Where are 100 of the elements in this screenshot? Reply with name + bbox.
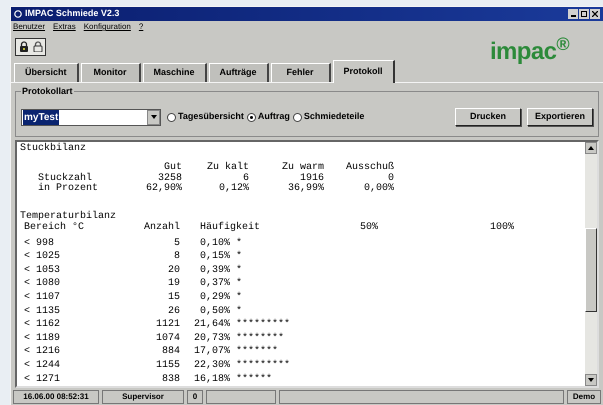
column-header: Bereich °C [24, 222, 84, 233]
column-header: Zu kalt [206, 163, 249, 174]
table-cell: < 1135 [24, 306, 60, 317]
status-mode: Demo [567, 390, 601, 404]
table-cell: 5 [174, 236, 180, 250]
table-cell: 26 [168, 304, 180, 318]
table-cell: < 1053 [24, 264, 60, 276]
table-cell: 17,07% [194, 345, 230, 360]
dropdown-arrow-icon [150, 115, 156, 120]
unlock-button[interactable] [31, 40, 44, 54]
combo-value: myTest [23, 110, 60, 125]
menu-item[interactable]: ? [138, 21, 144, 34]
radio-button[interactable] [167, 112, 176, 122]
maximize-button[interactable] [579, 9, 589, 19]
table-cell: 15 [168, 291, 180, 305]
section-title: Stuckbilanz [20, 143, 86, 156]
minimize-icon [570, 15, 576, 17]
table-cell-text: 3258 [158, 174, 182, 184]
table-cell: 20,73% [194, 332, 230, 346]
vertical-scrollbar[interactable] [585, 142, 597, 386]
impac-logo: impac$^{®}$ [490, 40, 569, 64]
lock-button[interactable] [17, 40, 30, 54]
radio-option[interactable]: Schmiedeteile [292, 110, 364, 124]
histogram-text: ******** [236, 332, 284, 344]
histogram-text: ******* [236, 346, 278, 358]
histogram-text: * [236, 278, 242, 290]
row-label: in Prozent [38, 183, 98, 194]
table-cell: 0,10% [200, 236, 230, 250]
action-button[interactable]: Exportieren [527, 108, 593, 126]
lock-icon [18, 41, 28, 52]
table-cell: < 1080 [24, 278, 60, 290]
histogram-text: ********* [236, 360, 290, 372]
radio-option[interactable]: Tagesübersicht [167, 110, 244, 124]
histogram-text: ********* [236, 319, 290, 330]
action-button[interactable]: Drucken [455, 108, 521, 126]
column-header: 50% [360, 222, 378, 233]
table-cell: 62,90% [146, 184, 182, 195]
scroll-up-icon [588, 146, 594, 150]
table-cell: < 1107 [24, 292, 60, 304]
table-cell: < 1244 [24, 360, 60, 372]
status-count: 0 [187, 390, 203, 404]
column-header: Gut [164, 163, 182, 174]
table-cell: 1155 [156, 359, 180, 373]
table-cell: < 1025 [24, 251, 60, 262]
row-label: Stuckzahl [38, 172, 92, 184]
table-cell-text: 0 [388, 174, 394, 184]
menu-item[interactable]: Konfiguration [84, 21, 131, 34]
radio-option[interactable]: Auftrag [246, 110, 290, 124]
table-cell: 36,99% [288, 184, 324, 195]
minimize-button[interactable] [568, 9, 578, 19]
histogram-text: * [236, 264, 242, 276]
section-title: Temperaturbilanz [20, 210, 116, 222]
tab[interactable]: Fehler [270, 63, 331, 82]
table-cell: 19 [168, 277, 180, 292]
table-cell: 20 [168, 264, 180, 278]
table-cell: 8 [174, 250, 180, 264]
tab[interactable]: Protokoll [332, 60, 395, 84]
tab[interactable]: Maschine [142, 63, 207, 82]
table-cell: 16,18% [194, 372, 230, 386]
table-cell: 0,37% [200, 277, 230, 292]
table-cell: 21,64% [194, 318, 230, 332]
table-cell: 1074 [156, 332, 180, 346]
window-title: IMPAC Schmiede V2.3 [25, 7, 120, 20]
column-header: Häufigkeit [200, 222, 260, 233]
table-cell: 0,50% [200, 304, 230, 318]
status-user: Supervisor [102, 390, 184, 404]
menu-item[interactable]: Extras [53, 21, 76, 34]
table-cell-text: 6 [242, 174, 249, 184]
protocol-combo[interactable]: myTest [21, 108, 161, 126]
column-header: Zu warm [282, 163, 324, 174]
column-header: Anzahl [144, 222, 180, 234]
status-datetime: 16.06.00 08:52:31 [13, 390, 99, 404]
histogram-text: ****** [236, 374, 272, 385]
tab[interactable]: Übersicht [14, 63, 79, 82]
table-cell: < 1271 [24, 374, 60, 385]
close-icon [592, 11, 598, 17]
app-icon [14, 10, 22, 18]
tab[interactable]: Monitor [80, 63, 141, 82]
table-cell: < 1162 [24, 319, 60, 330]
table-cell: < 1189 [24, 332, 60, 344]
table-cell: < 998 [24, 238, 54, 249]
table-cell: 838 [162, 372, 180, 386]
scroll-down-icon [588, 378, 594, 382]
table-cell: 884 [162, 345, 180, 360]
tab[interactable]: Aufträge [208, 63, 269, 82]
radio-button[interactable] [292, 112, 302, 122]
close-button[interactable] [590, 9, 600, 19]
table-cell-text: 1916 [300, 174, 324, 184]
column-header: Ausschuß [346, 163, 394, 174]
table-cell: 0,00% [364, 184, 394, 195]
table-cell: 0,39% [200, 264, 230, 278]
table-cell: < 1216 [24, 346, 60, 358]
lock-icon [32, 41, 42, 52]
histogram-text: * [236, 238, 242, 249]
scroll-thumb[interactable] [585, 228, 597, 312]
radio-button[interactable] [246, 112, 256, 122]
menu-item[interactable]: Benutzer [13, 21, 46, 34]
histogram-text: * [236, 292, 242, 304]
table-cell: 0,29% [200, 291, 230, 305]
table-cell: 1121 [156, 318, 180, 332]
